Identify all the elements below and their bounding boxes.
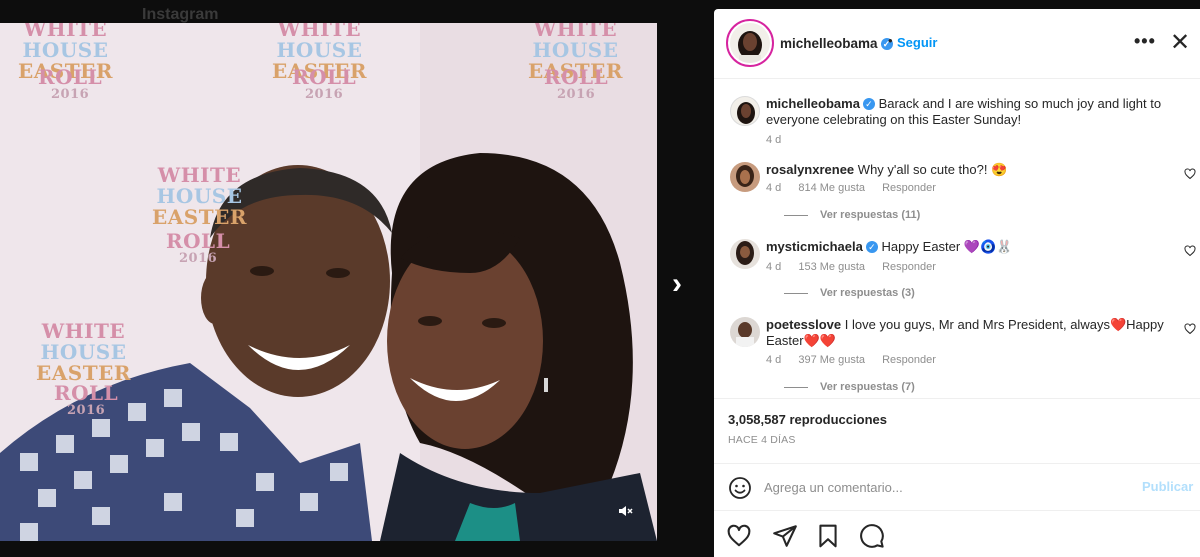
- reply-button[interactable]: Responder: [882, 182, 936, 194]
- watermark-block: ROLL 2016: [544, 65, 609, 102]
- background-logo: Instagram: [142, 6, 219, 23]
- comment-likes[interactable]: 397 Me gusta: [798, 354, 865, 366]
- like-comment-icon[interactable]: [1184, 245, 1196, 257]
- follow-button[interactable]: Seguir: [897, 35, 937, 50]
- comment-text: poetesslove I love you guys, Mr and Mrs …: [766, 317, 1164, 348]
- emoji-icon[interactable]: [728, 476, 752, 500]
- comment-username[interactable]: mysticmichaela: [766, 239, 863, 254]
- verified-badge-icon: ✓: [862, 98, 875, 110]
- view-replies-button[interactable]: Ver respuestas (11): [784, 209, 920, 221]
- reply-button[interactable]: Responder: [882, 354, 936, 366]
- comment-time: 4 d: [766, 261, 782, 273]
- comment-composer: Publicar: [714, 463, 1200, 510]
- comment-text: rosalynxrenee Why y'all so cute tho?! 😍: [766, 162, 1008, 177]
- caption-text: michelleobama ✓ Barack and I are wishing …: [766, 96, 1162, 127]
- comment-time: 4 d: [766, 182, 782, 194]
- separator-dot: •: [888, 33, 893, 48]
- post-details-panel: michelleobama ✓ • Seguir ••• ✕ michelleob…: [714, 9, 1200, 557]
- post-author-username[interactable]: michelleobama ✓: [780, 36, 893, 51]
- post-header: michelleobama ✓ • Seguir ••• ✕: [714, 9, 1200, 79]
- comment-likes[interactable]: 814 Me gusta: [798, 182, 865, 194]
- comments-list[interactable]: michelleobama ✓ Barack and I are wishing …: [714, 80, 1200, 398]
- view-replies-button[interactable]: Ver respuestas (7): [784, 381, 915, 393]
- like-comment-icon[interactable]: [1184, 168, 1196, 180]
- watermark-block: WHITE HOUSE EASTER: [152, 163, 247, 229]
- share-icon[interactable]: [772, 523, 798, 549]
- close-icon[interactable]: ✕: [1170, 31, 1190, 55]
- comment-username[interactable]: poetesslove: [766, 317, 841, 332]
- reply-button[interactable]: Responder: [882, 261, 936, 273]
- watermark-block: ROLL 2016: [292, 65, 357, 102]
- avatar[interactable]: [730, 162, 760, 192]
- comment-meta: 4 d 153 Me gusta Responder: [766, 261, 950, 273]
- avatar[interactable]: [730, 317, 760, 347]
- bookmark-icon[interactable]: [815, 523, 841, 549]
- watermark-block: ROLL 2016: [166, 229, 231, 266]
- more-options-icon[interactable]: •••: [1134, 31, 1156, 52]
- like-comment-icon[interactable]: [1184, 323, 1196, 335]
- post-stats: 3,058,587 reproducciones HACE 4 DÍAS: [714, 398, 1200, 463]
- comment-likes[interactable]: 153 Me gusta: [798, 261, 865, 273]
- comment-text: mysticmichaela ✓ Happy Easter 💜🧿🐰: [766, 239, 1013, 254]
- caption-username[interactable]: michelleobama: [766, 96, 860, 111]
- comment-icon[interactable]: [859, 523, 885, 549]
- verified-badge-icon: ✓: [865, 241, 878, 253]
- post-timestamp[interactable]: HACE 4 DÍAS: [728, 434, 796, 446]
- post-media-video[interactable]: WHITE HOUSE EASTER ROLL 2016 WHITE HOUSE…: [0, 23, 657, 541]
- comment-input[interactable]: [764, 476, 1124, 498]
- watermark-block: WHITE HOUSE EASTER: [36, 319, 131, 385]
- publish-button[interactable]: Publicar: [1142, 479, 1193, 494]
- avatar[interactable]: [730, 239, 760, 269]
- avatar[interactable]: [730, 96, 760, 126]
- comment-time: 4 d: [766, 354, 782, 366]
- caption: michelleobama ✓ Barack and I are wishing …: [730, 96, 1170, 148]
- comment-username[interactable]: rosalynxrenee: [766, 162, 854, 177]
- avatar[interactable]: [730, 23, 770, 63]
- comment-meta: 4 d 397 Me gusta Responder: [766, 354, 950, 366]
- next-post-arrow-icon[interactable]: ›: [664, 268, 690, 300]
- watermark-block: ROLL 2016: [54, 381, 119, 418]
- post-actions: [714, 510, 1200, 557]
- like-icon[interactable]: [726, 523, 752, 549]
- caption-meta: 4 d: [766, 134, 782, 146]
- watermark-block: ROLL 2016: [38, 65, 103, 102]
- comment-meta: 4 d 814 Me gusta Responder: [766, 182, 950, 194]
- view-replies-button[interactable]: Ver respuestas (3): [784, 287, 915, 299]
- views-count[interactable]: 3,058,587 reproducciones: [728, 412, 887, 427]
- speaker-mute-icon[interactable]: [617, 503, 639, 525]
